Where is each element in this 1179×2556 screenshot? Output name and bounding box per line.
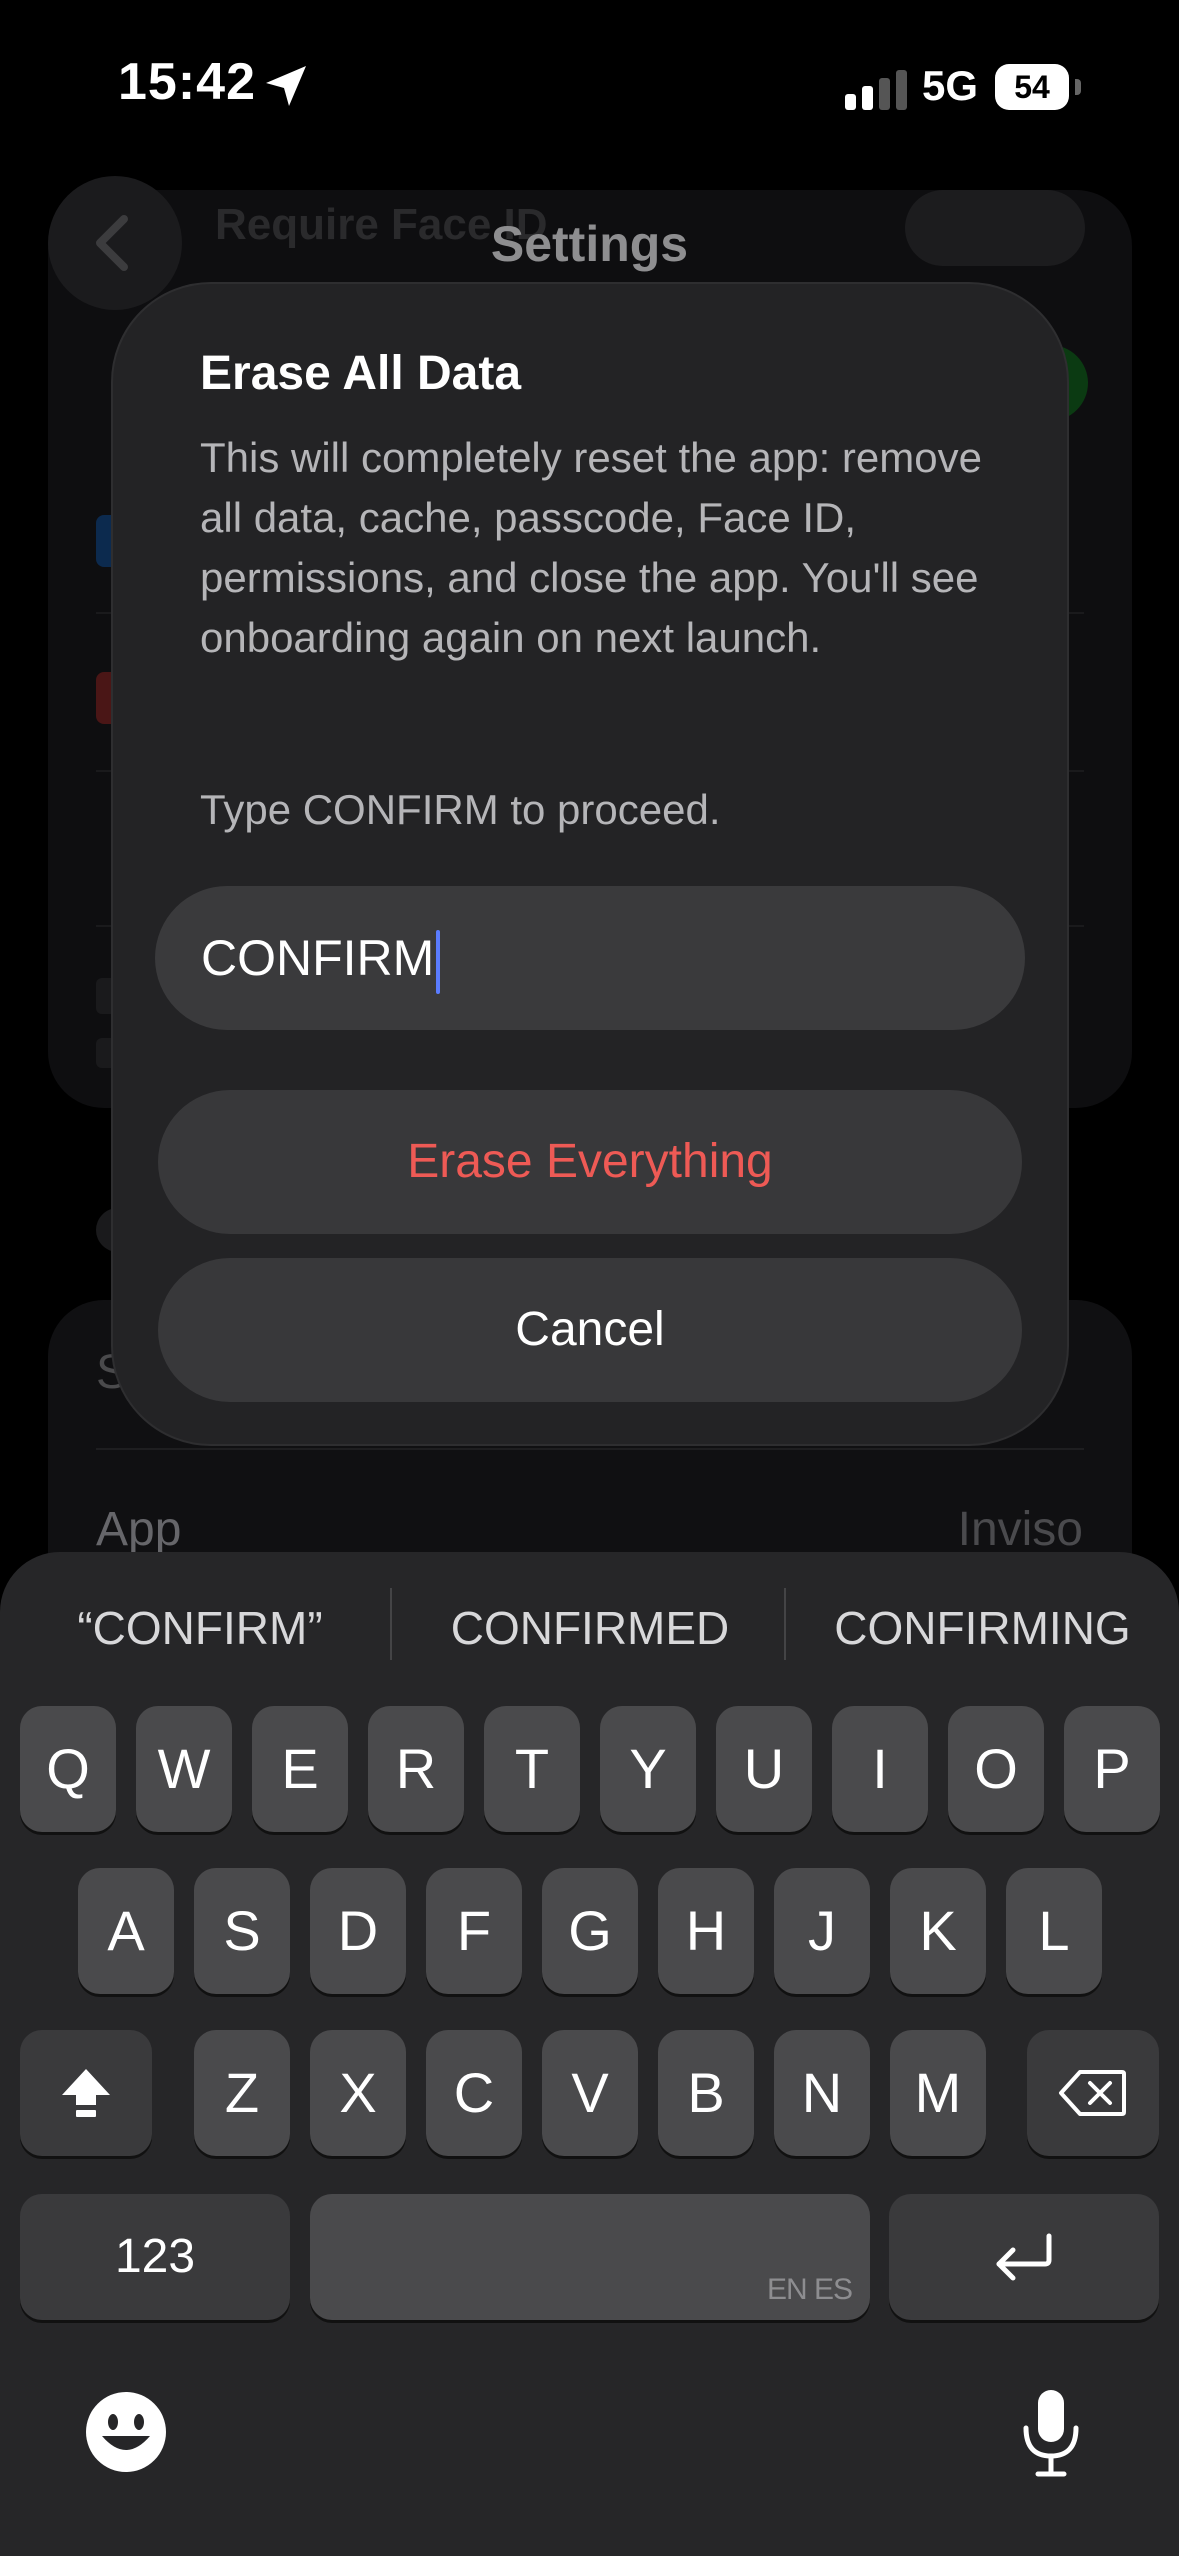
confirm-input-value: CONFIRM [201,930,435,986]
key-k[interactable]: K [890,1868,986,1994]
key-m[interactable]: M [890,2030,986,2156]
key-b[interactable]: B [658,2030,754,2156]
page-title-dimmed: Settings [490,216,689,272]
battery-level: 54 [1014,69,1050,105]
suggestion-item[interactable]: “CONFIRM” [30,1598,370,1658]
settings-divider [96,1448,1084,1450]
key-s[interactable]: S [194,1868,290,1994]
key-n[interactable]: N [774,2030,870,2156]
suggestion-item[interactable]: CONFIRMED [400,1598,780,1658]
key-v[interactable]: V [542,2030,638,2156]
suggestion-item[interactable]: CONFIRMING [800,1598,1165,1658]
cell-signal-icon [845,70,907,110]
alert-instruction: Type CONFIRM to proceed. [200,786,721,833]
key-o[interactable]: O [948,1706,1044,1832]
key-l[interactable]: L [1006,1868,1102,1994]
return-icon [996,2233,1052,2281]
shift-icon [62,2069,110,2117]
key-y[interactable]: Y [600,1706,696,1832]
key-w[interactable]: W [136,1706,232,1832]
key-r[interactable]: R [368,1706,464,1832]
key-p[interactable]: P [1064,1706,1160,1832]
return-key[interactable] [889,2194,1159,2320]
numbers-key[interactable]: 123 [20,2194,290,2320]
key-g[interactable]: G [542,1868,638,1994]
key-i[interactable]: I [832,1706,928,1832]
backspace-icon [1059,2070,1126,2116]
suggestion-divider [784,1588,786,1660]
key-h[interactable]: H [658,1868,754,1994]
shift-key[interactable] [20,2030,152,2156]
key-q[interactable]: Q [20,1706,116,1832]
key-e[interactable]: E [252,1706,348,1832]
alert-title: Erase All Data [200,347,522,400]
confirm-text-input[interactable]: CONFIRM [155,886,1025,1030]
battery-icon: 54 [995,64,1081,110]
network-type-label: 5G [922,62,979,109]
key-j[interactable]: J [774,1868,870,1994]
space-key[interactable]: EN ES [310,2194,870,2320]
key-z[interactable]: Z [194,2030,290,2156]
microphone-icon[interactable] [1016,2388,1086,2478]
emoji-icon[interactable] [84,2390,168,2474]
settings-row-app-value: Inviso [957,1503,1083,1556]
settings-row-app-label: App [96,1503,182,1556]
alert-message: This will completely reset the app: remo… [200,434,982,661]
key-c[interactable]: C [426,2030,522,2156]
space-language-label: EN ES [766,2273,853,2306]
backspace-key[interactable] [1027,2030,1159,2156]
erase-everything-label: Erase Everything [407,1135,773,1188]
key-u[interactable]: U [716,1706,812,1832]
cancel-label: Cancel [515,1303,665,1356]
cancel-button[interactable]: Cancel [158,1258,1022,1402]
key-d[interactable]: D [310,1868,406,1994]
location-arrow-icon [266,66,306,106]
erase-everything-button[interactable]: Erase Everything [158,1090,1022,1234]
key-x[interactable]: X [310,2030,406,2156]
text-cursor [436,930,440,994]
key-t[interactable]: T [484,1706,580,1832]
key-f[interactable]: F [426,1868,522,1994]
suggestion-divider [390,1588,392,1660]
key-a[interactable]: A [78,1868,174,1994]
status-time: 15:42 [118,53,256,111]
